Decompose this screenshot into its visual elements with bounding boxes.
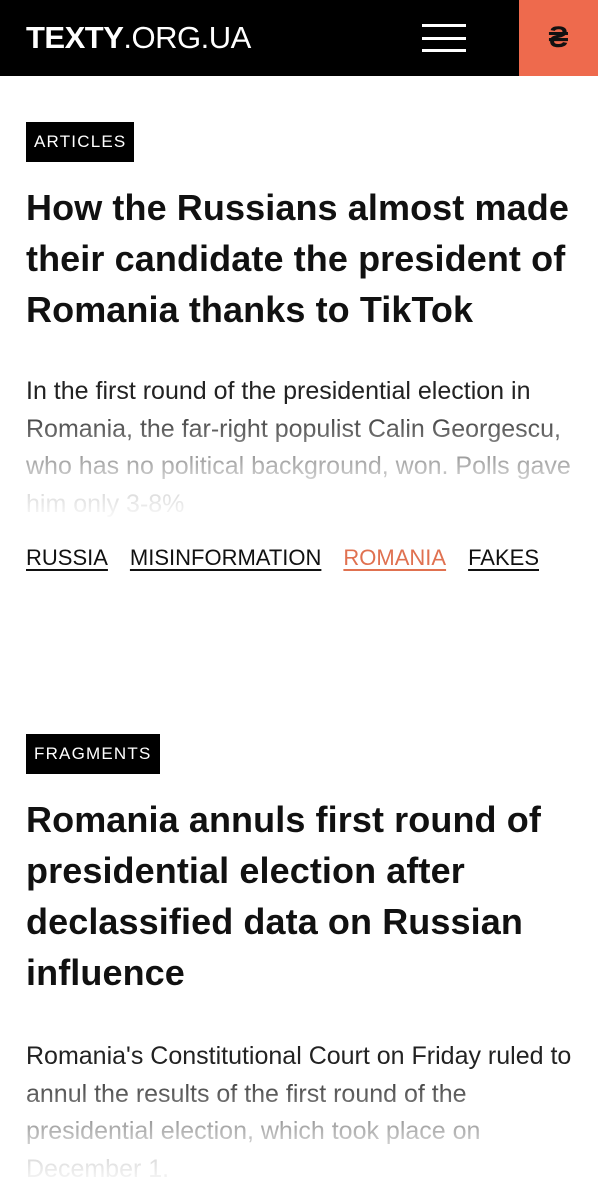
tag-misinformation[interactable]: MISINFORMATION bbox=[130, 545, 321, 571]
logo-bold-text: TEXTY bbox=[26, 20, 124, 55]
tag-romania[interactable]: ROMANIA bbox=[343, 545, 446, 571]
article-title[interactable]: Romania annuls first round of presidenti… bbox=[26, 794, 574, 998]
article-card: FRAGMENTS Romania annuls first round of … bbox=[26, 734, 574, 1188]
menu-bar bbox=[422, 36, 466, 40]
site-header: TEXTY.ORG.UA ₴ bbox=[0, 0, 598, 76]
excerpt-fade bbox=[26, 403, 574, 523]
hryvnia-icon: ₴ bbox=[548, 21, 569, 54]
article-card: ARTICLES How the Russians almost made th… bbox=[26, 122, 574, 571]
hamburger-menu-icon[interactable] bbox=[420, 20, 468, 56]
category-badge[interactable]: FRAGMENTS bbox=[26, 734, 160, 774]
tag-fakes[interactable]: FAKES bbox=[468, 545, 539, 571]
category-badge[interactable]: ARTICLES bbox=[26, 122, 135, 162]
logo-thin-text: .ORG.UA bbox=[123, 20, 251, 55]
excerpt-fade bbox=[26, 1068, 574, 1188]
tag-list: RUSSIA MISINFORMATION ROMANIA FAKES bbox=[26, 545, 574, 571]
tag-russia[interactable]: RUSSIA bbox=[26, 545, 108, 571]
menu-bar bbox=[422, 49, 466, 52]
menu-bar bbox=[422, 24, 466, 27]
site-logo[interactable]: TEXTY.ORG.UA bbox=[26, 18, 251, 58]
donate-button[interactable]: ₴ bbox=[519, 0, 598, 76]
article-excerpt: In the first round of the presidential e… bbox=[26, 373, 574, 523]
article-excerpt: Romania's Constitutional Court on Friday… bbox=[26, 1038, 574, 1188]
article-title[interactable]: How the Russians almost made their candi… bbox=[26, 182, 574, 335]
